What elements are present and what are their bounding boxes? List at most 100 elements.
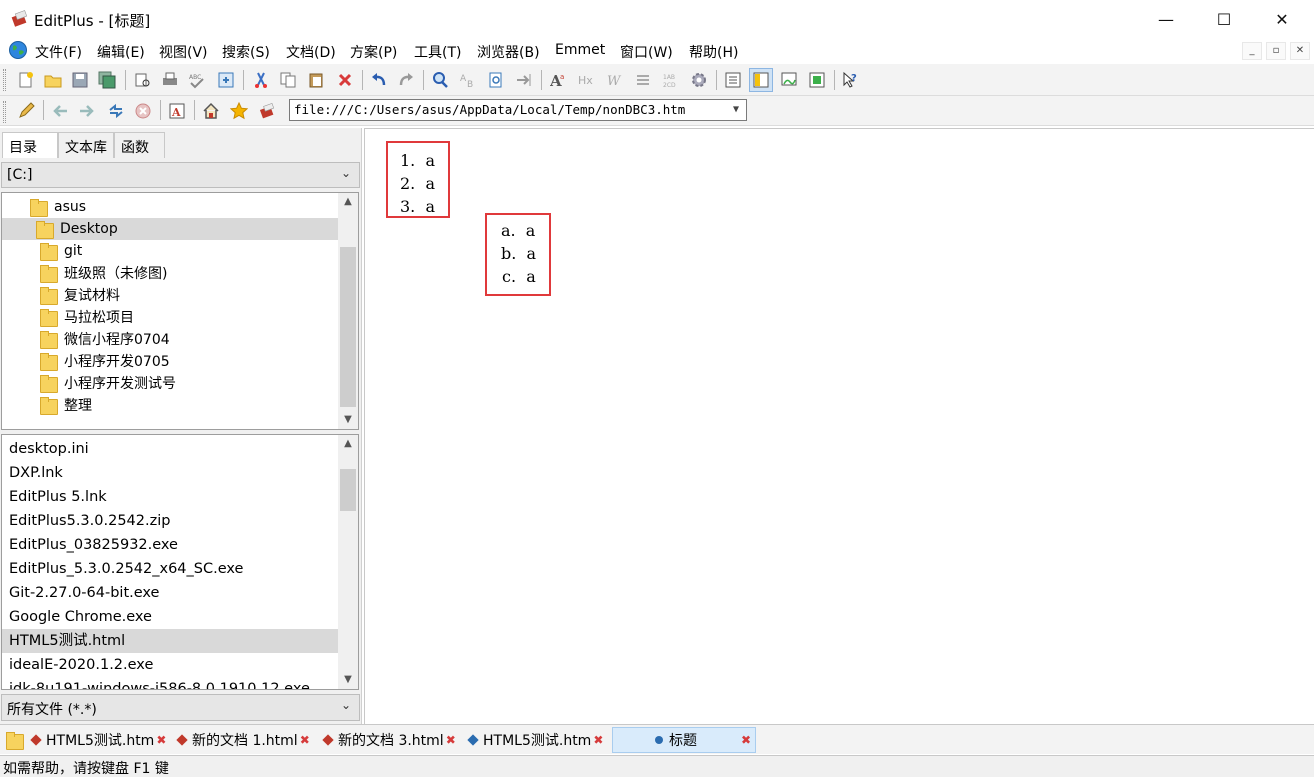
favorites-icon[interactable] [227, 99, 251, 123]
globe-icon[interactable] [8, 40, 28, 60]
close-tab-icon[interactable]: ✖ [156, 733, 166, 747]
tree-item[interactable]: 班级照（未修图) [40, 262, 336, 284]
forward-icon[interactable] [75, 99, 99, 123]
file-item[interactable]: Git-2.27.0-64-bit.exe [2, 581, 338, 605]
replace-icon[interactable]: AB [456, 68, 480, 92]
tree-item[interactable]: 微信小程序0704 [40, 328, 336, 350]
tree-item[interactable]: 小程序开发0705 [40, 350, 336, 372]
file-item-selected[interactable]: HTML5测试.html [2, 629, 338, 653]
column-number-icon[interactable]: 1AB 2CD [659, 68, 683, 92]
help-icon[interactable]: ? [839, 68, 863, 92]
menu-view[interactable]: 视图(V) [159, 42, 208, 62]
open-file-icon[interactable] [41, 68, 65, 92]
file-item[interactable]: Google Chrome.exe [2, 605, 338, 629]
line-number-icon[interactable] [631, 68, 655, 92]
back-icon[interactable] [48, 99, 72, 123]
spell-check-icon[interactable]: ABC [185, 68, 209, 92]
scroll-thumb[interactable] [340, 247, 356, 407]
menu-search[interactable]: 搜索(S) [222, 42, 270, 62]
save-all-icon[interactable] [95, 68, 119, 92]
menu-tools[interactable]: 工具(T) [414, 42, 461, 62]
cliptext-icon[interactable] [721, 68, 745, 92]
mdi-restore-button[interactable]: ▫ [1266, 42, 1286, 60]
find-icon[interactable] [428, 68, 452, 92]
menu-file[interactable]: 文件(F) [35, 42, 82, 62]
tree-item[interactable]: 马拉松项目 [40, 306, 336, 328]
paste-icon[interactable] [304, 68, 328, 92]
chevron-down-icon[interactable]: ▼ [728, 101, 744, 119]
file-item[interactable]: desktop.ini [2, 437, 338, 461]
hex-icon[interactable]: Hx [575, 68, 599, 92]
tab-directory[interactable]: 目录 [2, 132, 58, 158]
fullscreen-icon[interactable] [805, 68, 829, 92]
file-item[interactable]: DXP.lnk [2, 461, 338, 485]
close-tab-icon[interactable]: ✖ [741, 733, 751, 747]
menu-project[interactable]: 方案(P) [350, 42, 397, 62]
menu-browser[interactable]: 浏览器(B) [477, 42, 540, 62]
tab-cliptext[interactable]: 文本库 [58, 132, 114, 158]
tree-item-selected[interactable]: Desktop [2, 218, 338, 240]
file-item[interactable]: EditPlus_5.3.0.2542_x64_SC.exe [2, 557, 338, 581]
mdi-minimize-button[interactable]: _ [1242, 42, 1262, 60]
menu-document[interactable]: 文档(D) [286, 42, 336, 62]
tree-item[interactable]: git [40, 240, 336, 262]
drive-select[interactable]: [C:] ⌄ [1, 162, 360, 188]
doc-tab-active[interactable]: 标题 ✖ [612, 727, 756, 753]
tree-item[interactable]: asus [30, 196, 336, 218]
scroll-up-icon[interactable]: ▲ [338, 193, 358, 211]
url-field[interactable]: file:///C:/Users/asus/AppData/Local/Temp… [289, 99, 747, 121]
close-tab-icon[interactable]: ✖ [446, 733, 456, 747]
close-tab-icon[interactable]: ✖ [593, 733, 603, 747]
cut-icon[interactable] [249, 68, 273, 92]
undo-icon[interactable] [367, 68, 391, 92]
scroll-down-icon[interactable]: ▼ [338, 671, 358, 689]
file-item[interactable]: jdk-8u191-windows-i586-8.0.1910.12.exe [2, 677, 338, 689]
delete-icon[interactable] [333, 68, 357, 92]
print-preview-icon[interactable] [131, 68, 155, 92]
file-item[interactable]: EditPlus5.3.0.2542.zip [2, 509, 338, 533]
print-icon[interactable] [158, 68, 182, 92]
browser-preview-icon[interactable] [214, 68, 238, 92]
menu-window[interactable]: 窗口(W) [620, 42, 673, 62]
settings-icon[interactable] [687, 68, 711, 92]
menu-help[interactable]: 帮助(H) [689, 42, 738, 62]
font-icon[interactable]: Aa [547, 68, 571, 92]
file-item[interactable]: idealE-2020.1.2.exe [2, 653, 338, 677]
menu-edit[interactable]: 编辑(E) [97, 42, 145, 62]
scroll-thumb[interactable] [340, 469, 356, 511]
browser-preview-pane[interactable]: 1. a 2. a 3. a a. a b. a c. a [364, 128, 1314, 724]
tree-item[interactable]: 复试材料 [40, 284, 336, 306]
refresh-icon[interactable] [104, 99, 128, 123]
text-mode-icon[interactable]: A [165, 99, 189, 123]
close-button[interactable]: ✕ [1256, 0, 1308, 38]
maximize-button[interactable]: ☐ [1198, 0, 1250, 38]
file-item[interactable]: EditPlus_03825932.exe [2, 533, 338, 557]
word-wrap-icon[interactable]: W [603, 68, 627, 92]
file-list-scrollbar[interactable]: ▲ ▼ [338, 435, 358, 689]
edit-mode-icon[interactable] [14, 99, 38, 123]
scroll-up-icon[interactable]: ▲ [338, 435, 358, 453]
doc-tab[interactable]: HTML5测试.htm ✖ [467, 727, 603, 753]
doc-tab[interactable]: HTML5测试.htm ✖ [30, 727, 166, 753]
menu-emmet[interactable]: Emmet [555, 42, 605, 58]
new-file-icon[interactable] [14, 68, 38, 92]
redo-icon[interactable] [394, 68, 418, 92]
toolbar-grip[interactable] [3, 101, 6, 123]
mdi-close-button[interactable]: ✕ [1290, 42, 1310, 60]
home-icon[interactable] [199, 99, 223, 123]
minimize-button[interactable]: — [1140, 0, 1192, 38]
close-tab-icon[interactable]: ✖ [300, 733, 310, 747]
doc-tab[interactable]: 新的文档 3.html ✖ [322, 727, 456, 753]
copy-icon[interactable] [276, 68, 300, 92]
doc-tab[interactable]: 新的文档 1.html ✖ [176, 727, 310, 753]
output-icon[interactable] [777, 68, 801, 92]
find-in-files-icon[interactable] [484, 68, 508, 92]
file-item[interactable]: EditPlus 5.lnk [2, 485, 338, 509]
goto-line-icon[interactable] [512, 68, 536, 92]
file-filter-select[interactable]: 所有文件 (*.*) ⌄ [1, 694, 360, 721]
folder-icon[interactable] [6, 732, 24, 750]
stop-icon[interactable] [131, 99, 155, 123]
save-icon[interactable] [68, 68, 92, 92]
directory-icon[interactable] [749, 68, 773, 92]
scroll-down-icon[interactable]: ▼ [338, 411, 358, 429]
